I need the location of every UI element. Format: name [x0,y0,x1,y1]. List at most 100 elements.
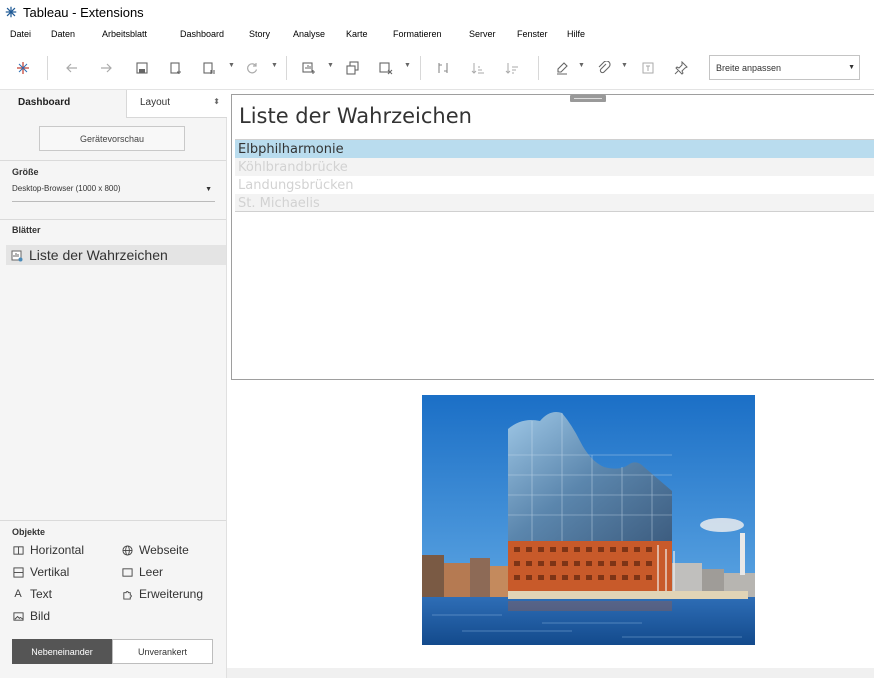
show-mark-labels-icon[interactable] [638,58,658,78]
object-webseite-label: Webseite [139,543,189,557]
clear-sheet-caret-icon[interactable]: ▼ [404,62,411,69]
tab-dashboard[interactable]: Dashboard [0,90,127,118]
tiled-toggle-button[interactable]: Nebeneinander [12,639,112,664]
duplicate-sheet-icon[interactable] [343,58,363,78]
menu-fenster[interactable]: Fenster [517,29,548,39]
floating-toggle-button[interactable]: Unverankert [112,639,213,664]
object-vertikal[interactable]: Vertikal [12,565,69,579]
list-item-label: Elbphilharmonie [238,141,344,157]
dashboard-side-pane: Dashboard Layout ⬍ Gerätevorschau Größe … [0,90,227,678]
list-bottom-border [235,211,874,212]
list-item-landungsbruecken[interactable]: Landungsbrücken [235,176,874,194]
fix-axes-pin-icon[interactable] [671,58,691,78]
group-caret-icon[interactable]: ▼ [621,62,628,69]
object-leer[interactable]: Leer [121,565,163,579]
tableau-start-icon[interactable] [13,58,33,78]
menu-server[interactable]: Server [469,29,496,39]
toolbar-separator [420,56,421,80]
undo-icon[interactable] [62,58,82,78]
canvas-bottom-strip [227,668,874,678]
object-text-label: Text [30,587,53,601]
elbphilharmonie-image[interactable] [422,395,755,645]
refresh-icon[interactable] [242,58,262,78]
object-horizontal[interactable]: Horizontal [12,543,84,557]
object-bild-label: Bild [30,609,51,623]
objects-heading: Objekte [12,527,46,537]
window-title: Tableau - Extensions [23,4,144,20]
group-members-icon[interactable] [594,58,614,78]
section-divider [0,520,226,521]
dashboard-size-value: Desktop-Browser (1000 x 800) [12,184,121,193]
chevron-down-icon: ▼ [205,186,212,193]
sheets-heading: Blätter [12,225,41,235]
sort-arrows-icon: ⬍ [213,97,220,106]
menu-karte[interactable]: Karte [346,29,368,39]
menu-bar: Datei Daten Arbeitsblatt Dashboard Story… [0,24,874,46]
new-datasource-icon[interactable] [166,58,186,78]
chevron-down-icon: ▼ [848,64,855,71]
toolbar-separator [286,56,287,80]
extension-list-title: Liste der Wahrzeichen [239,104,472,128]
highlight-icon[interactable] [552,58,572,78]
object-erweiterung[interactable]: Erweiterung [121,587,203,601]
pause-updates-caret-icon[interactable]: ▼ [228,62,235,69]
sheet-item-label: Liste der Wahrzeichen [29,247,168,263]
sort-ascending-icon[interactable] [468,58,488,78]
blank-icon [121,566,133,578]
device-preview-button[interactable]: Gerätevorschau [39,126,185,151]
tab-dashboard-label: Dashboard [18,97,71,108]
tableau-logo-icon [3,4,19,20]
title-bar: Tableau - Extensions [0,0,874,24]
redo-icon[interactable] [96,58,116,78]
menu-formatieren[interactable]: Formatieren [393,29,442,39]
list-item-koehlbrandbruecke[interactable]: Köhlbrandbrücke [235,158,874,176]
menu-daten[interactable]: Daten [51,29,75,39]
object-text[interactable]: A Text [12,587,52,601]
pause-updates-icon[interactable] [199,58,219,78]
save-icon[interactable] [132,58,152,78]
side-pane-tabs: Dashboard Layout ⬍ [0,90,227,118]
toolbar-separator [538,56,539,80]
device-preview-label: Gerätevorschau [79,133,145,144]
swap-rows-columns-icon[interactable] [433,58,453,78]
object-horizontal-label: Horizontal [30,543,85,557]
highlight-caret-icon[interactable]: ▼ [578,62,585,69]
sheet-item-liste-der-wahrzeichen[interactable]: Liste der Wahrzeichen [6,245,226,265]
object-webseite[interactable]: Webseite [121,543,189,557]
worksheet-icon [11,249,23,262]
fit-width-select-label: Breite anpassen [716,62,782,73]
toolbar-separator [47,56,48,80]
image-icon [12,610,24,622]
tiled-toggle-label: Nebeneinander [31,646,93,657]
list-item-elbphilharmonie[interactable]: Elbphilharmonie [235,140,874,158]
puzzle-extension-icon [121,588,133,600]
list-item-label: St. Michaelis [238,195,320,211]
size-heading: Größe [12,167,39,177]
object-bild[interactable]: Bild [12,609,50,623]
menu-dashboard[interactable]: Dashboard [180,29,224,39]
list-item-label: Landungsbrücken [238,177,354,193]
menu-arbeitsblatt[interactable]: Arbeitsblatt [102,29,147,39]
menu-datei[interactable]: Datei [10,29,31,39]
new-sheet-caret-icon[interactable]: ▼ [327,62,334,69]
text-icon: A [14,588,22,600]
list-item-st-michaelis[interactable]: St. Michaelis [235,194,874,212]
refresh-caret-icon[interactable]: ▼ [271,62,278,69]
menu-hilfe[interactable]: Hilfe [567,29,585,39]
fit-width-select[interactable]: Breite anpassen ▼ [709,55,860,80]
zone-move-handle[interactable] [570,95,606,102]
floating-toggle-label: Unverankert [137,646,188,657]
new-sheet-icon[interactable] [299,58,319,78]
dashboard-size-select[interactable]: Desktop-Browser (1000 x 800) ▼ [12,184,215,202]
tab-layout-label: Layout [140,97,171,108]
menu-story[interactable]: Story [249,29,270,39]
menu-analyse[interactable]: Analyse [293,29,325,39]
tab-layout[interactable]: Layout ⬍ [127,90,227,118]
section-divider [0,160,226,161]
vertical-container-icon [12,566,24,578]
sort-descending-icon[interactable] [502,58,522,78]
clear-sheet-icon[interactable] [376,58,396,78]
object-vertikal-label: Vertikal [30,565,70,579]
object-leer-label: Leer [139,565,164,579]
extension-zone[interactable] [231,94,874,380]
